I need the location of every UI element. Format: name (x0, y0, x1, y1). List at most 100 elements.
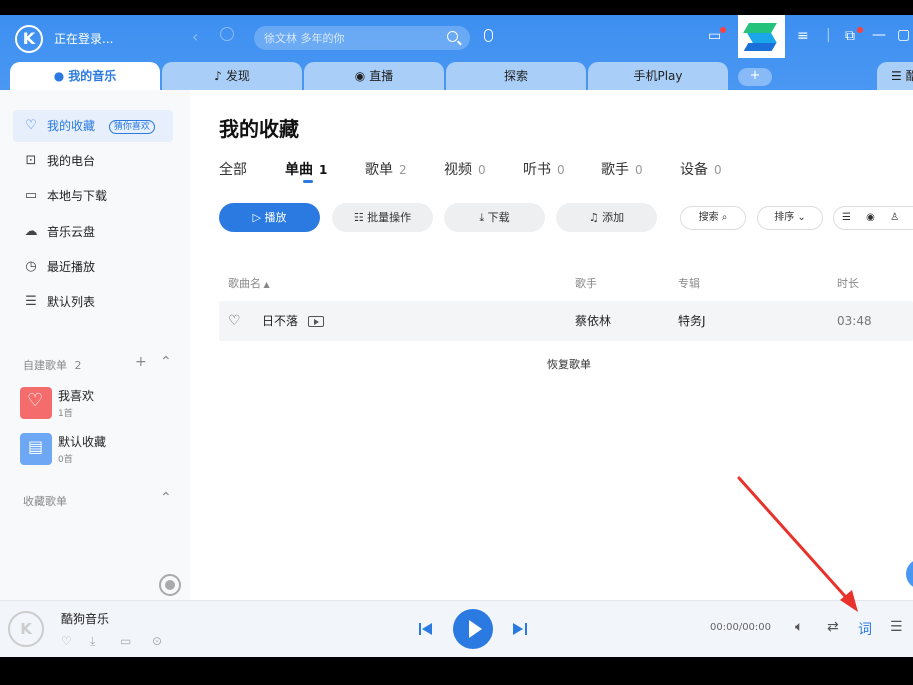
tab-kugou[interactable]: ☰ 酷 (877, 62, 913, 90)
kugou-logo[interactable]: K (15, 25, 43, 53)
tab-live[interactable]: ◉ 直播 (304, 62, 444, 90)
cloud-icon: ☁ (24, 224, 38, 239)
song-artist[interactable]: 蔡依林 (575, 301, 611, 341)
active-tab-indicator (303, 180, 313, 183)
app-window: K 正在登录... ‹ ▭ ≡ | ⧉ — ▢ ●我的音乐 ♪发现 ◉直播 探索 (0, 15, 913, 657)
subtab-songs[interactable]: 单曲 1 (285, 159, 327, 179)
microphone-icon[interactable] (484, 29, 493, 42)
divider: | (826, 27, 831, 43)
more-icon[interactable]: ⊙ (152, 634, 162, 648)
column-album[interactable]: 专辑 (678, 275, 700, 291)
playlist-item-liked[interactable]: ♡ 我喜欢 1首 (20, 387, 180, 423)
tab-my-music[interactable]: ● 我的音乐 (10, 62, 160, 90)
download-button[interactable]: ⤓ 下载 (444, 203, 545, 232)
refresh-icon[interactable] (220, 27, 234, 41)
loop-mode-icon[interactable]: ⇄ (827, 619, 839, 635)
notification-dot (720, 27, 726, 33)
sidebar-settings-icon[interactable] (159, 574, 181, 596)
mini-mode-icon[interactable]: ⧉ (845, 28, 855, 44)
maximize-icon[interactable]: ▢ (897, 27, 910, 43)
tiktok-note-icon: ♪ (214, 69, 222, 83)
column-song-name[interactable]: 歌曲名 ▲ (228, 275, 270, 291)
sidebar-item-local-download[interactable]: ▭ 本地与下载 (13, 180, 173, 212)
subtab-label: 听书 (523, 162, 551, 178)
artist-view-icon[interactable]: ♙ (890, 212, 899, 223)
login-status[interactable]: 正在登录... (54, 30, 113, 47)
list-view-icon[interactable]: ☰ (842, 212, 851, 223)
album-cover[interactable]: K (8, 611, 44, 647)
subtab-videos[interactable]: 视频 0 (444, 159, 486, 179)
subtab-artists[interactable]: 歌手 0 (601, 159, 643, 179)
play-all-button[interactable]: ▷ 播放 (219, 203, 320, 232)
view-mode-switch[interactable]: ☰ ◉ ♙ (833, 206, 913, 230)
subtab-all[interactable]: 全部 (219, 159, 247, 179)
column-label: 歌曲名 (228, 277, 261, 290)
table-row[interactable]: ♡ 日不落 蔡依林 特务J 03:48 (219, 301, 913, 341)
sidebar-item-recent[interactable]: ◷ 最近播放 (13, 251, 173, 283)
comment-icon[interactable]: ▭ (120, 634, 131, 648)
sidebar-item-favorites[interactable]: ♡ 我的收藏 猜你喜欢 (13, 110, 173, 142)
monitor-icon: ▭ (24, 188, 38, 203)
play-button[interactable] (453, 609, 493, 649)
download-icon[interactable]: ⤓ (90, 634, 95, 649)
column-duration[interactable]: 时长 (837, 275, 859, 291)
sidebar-item-label: 本地与下载 (47, 189, 108, 203)
floating-action-button[interactable] (906, 559, 913, 589)
mv-play-icon[interactable] (308, 316, 325, 327)
checklist-icon: ☷ (353, 211, 368, 224)
app-overlay-logo (738, 15, 785, 58)
search-input[interactable] (254, 26, 434, 50)
tab-mobile-play[interactable]: 手机Play (588, 62, 728, 90)
collected-playlists-header: 收藏歌单 (23, 495, 67, 508)
main-menu-icon[interactable]: ≡ (797, 28, 809, 44)
batch-operation-button[interactable]: ☷ 批量操作 (332, 203, 433, 232)
minimize-icon[interactable]: — (872, 27, 886, 43)
add-playlist-icon[interactable]: + (135, 354, 147, 370)
search-icon: ⌕ (718, 212, 728, 223)
subtab-devices[interactable]: 设备 0 (680, 159, 722, 179)
back-arrow-icon[interactable]: ‹ (192, 27, 198, 46)
like-heart-icon[interactable]: ♡ (61, 634, 72, 648)
search-icon[interactable] (447, 31, 458, 42)
restore-playlist-link[interactable]: 恢复歌单 (547, 356, 591, 372)
sidebar-item-label: 我的电台 (47, 154, 96, 168)
collapse-chevron-icon[interactable]: ⌃ (160, 354, 172, 370)
tab-explore[interactable]: 探索 (446, 62, 586, 90)
disc-view-icon[interactable]: ◉ (866, 212, 875, 223)
playlist-item-default-favorites[interactable]: ▤ 默认收藏 0首 (20, 433, 180, 469)
player-bar: K 酷狗音乐 ♡ ⤓ ▭ ⊙ 00:00/00:00 🔈︎ ⇄ 词 ☰ (0, 600, 913, 657)
favorite-heart-icon[interactable]: ♡ (228, 313, 241, 329)
next-track-button[interactable] (513, 622, 527, 636)
add-tab-button[interactable]: + (738, 68, 772, 86)
lyrics-button[interactable]: 词 (858, 619, 872, 639)
subtab-playlists[interactable]: 歌单 2 (365, 159, 407, 179)
song-album[interactable]: 特务J (678, 301, 706, 341)
subtab-label: 视频 (444, 162, 472, 178)
playlist-queue-icon[interactable]: ☰ (890, 619, 903, 635)
sort-button[interactable]: 排序 ⌄ (757, 206, 823, 230)
collapse-chevron-icon[interactable]: ⌃ (160, 490, 172, 506)
playback-time: 00:00/00:00 (710, 622, 772, 633)
guess-you-like-badge[interactable]: 猜你喜欢 (108, 119, 155, 134)
song-title[interactable]: 日不落 (262, 314, 298, 328)
subtab-audiobooks[interactable]: 听书 0 (523, 159, 565, 179)
list-search-button[interactable]: 搜索 ⌕ (680, 206, 746, 230)
live-icon: ◉ (354, 69, 366, 83)
volume-icon[interactable]: 🔈︎ (795, 619, 803, 635)
song-duration: 03:48 (837, 314, 872, 328)
playlist-name: 默认收藏 (58, 435, 107, 449)
sidebar-item-label: 默认列表 (47, 295, 96, 309)
tab-discover[interactable]: ♪ 发现 (162, 62, 302, 90)
sidebar-item-cloud[interactable]: ☁ 音乐云盘 (13, 216, 173, 248)
search-box[interactable] (254, 26, 470, 50)
main-content: 我的收藏 全部 单曲 1 歌单 2 视频 0 听书 0 歌手 0 设备 0 ▷ 播放 ☷ 批… (190, 90, 913, 600)
play-icon: ▷ (252, 211, 265, 224)
sidebar-item-radio[interactable]: ⊡ 我的电台 (13, 145, 173, 177)
sidebar-item-default-list[interactable]: ☰ 默认列表 (13, 286, 173, 318)
subtab-count: 0 (635, 163, 643, 177)
column-artist[interactable]: 歌手 (575, 275, 597, 291)
previous-track-button[interactable] (419, 622, 433, 636)
title-bar: K 正在登录... ‹ ▭ ≡ | ⧉ — ▢ ●我的音乐 ♪发现 ◉直播 探索 (0, 15, 913, 90)
add-button[interactable]: ♫ 添加 (556, 203, 657, 232)
button-label: 排序 (774, 212, 795, 223)
